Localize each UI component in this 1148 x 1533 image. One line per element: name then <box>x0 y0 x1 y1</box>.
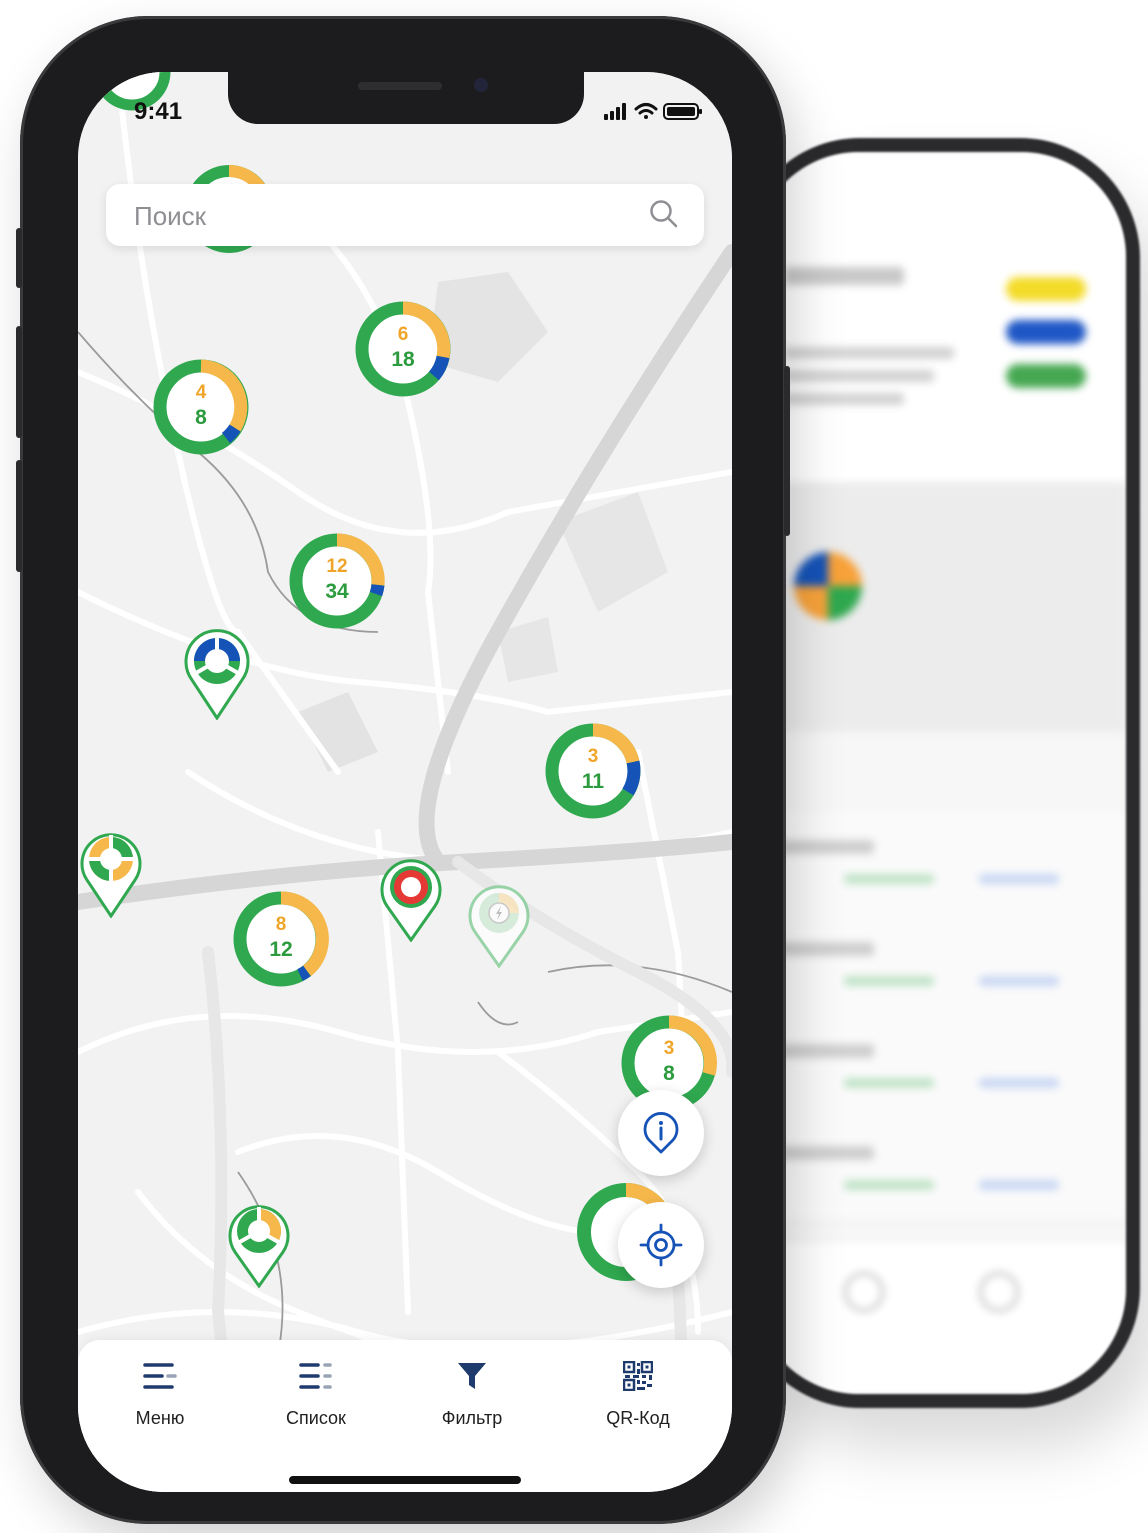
background-tabbar <box>754 1244 1126 1394</box>
tab-list-label: Список <box>286 1408 346 1428</box>
tab-list[interactable]: Список <box>256 1358 376 1429</box>
wifi-icon <box>634 103 658 119</box>
cluster-marker[interactable]: 6 18 <box>354 300 452 398</box>
tab-filter-label: Фильтр <box>441 1408 503 1428</box>
cluster-marker[interactable]: 3 11 <box>544 722 642 820</box>
station-pin-green-blue[interactable] <box>184 628 250 725</box>
cluster-total-count: 8 <box>195 406 207 429</box>
search-input[interactable] <box>132 184 616 248</box>
locate-me-button[interactable] <box>618 1202 704 1288</box>
filter-icon <box>412 1358 532 1394</box>
cluster-available-count: 3 <box>663 1038 675 1059</box>
crosshair-icon <box>639 1223 683 1267</box>
cluster-total-count: 18 <box>391 348 415 371</box>
station-pin-inactive[interactable] <box>468 882 530 973</box>
cluster-available-count: 3 <box>587 746 599 767</box>
cluster-total-count: 11 <box>581 770 605 793</box>
search-icon[interactable] <box>648 198 680 235</box>
status-icons <box>604 100 704 127</box>
background-phone <box>740 138 1140 1408</box>
menu-icon <box>100 1358 220 1394</box>
cluster-total-count: 34 <box>325 580 349 603</box>
background-map <box>754 482 1126 732</box>
cluster-available-count: 8 <box>275 914 287 935</box>
station-pin-orange-green[interactable] <box>80 828 142 923</box>
qr-code-icon <box>578 1358 698 1394</box>
search-bar[interactable] <box>106 184 704 248</box>
cluster-available-count: 4 <box>195 382 207 403</box>
tab-menu-label: Меню <box>135 1408 185 1428</box>
tab-qr-code[interactable]: QR-Код <box>578 1358 698 1429</box>
cluster-available-count: 6 <box>397 324 409 345</box>
signal-icon <box>604 103 626 120</box>
cluster-available-count: 12 <box>326 556 348 577</box>
info-pin-icon <box>643 1112 679 1154</box>
background-phone-screen <box>754 152 1126 1394</box>
notch <box>228 72 584 124</box>
tab-menu[interactable]: Меню <box>100 1358 220 1429</box>
bottom-tab-bar: Меню Список Фильтр QR-Код <box>78 1340 732 1492</box>
tab-qr-code-label: QR-Код <box>606 1408 670 1428</box>
phone-frame: 9:41 Поиск 6 18 4 8 12 34 3 11 8 12 3 8 … <box>16 16 790 1524</box>
cluster-marker[interactable]: 4 8 <box>152 358 250 456</box>
station-pin-busy[interactable] <box>380 856 442 947</box>
list-icon <box>256 1358 376 1394</box>
cluster-marker[interactable]: 8 12 <box>232 890 330 988</box>
home-indicator <box>289 1476 521 1484</box>
status-time: 9:41 <box>134 98 183 125</box>
info-button[interactable] <box>618 1090 704 1176</box>
background-detail-header <box>754 152 1126 482</box>
cluster-marker[interactable]: 12 34 <box>288 532 386 630</box>
tab-filter[interactable]: Фильтр <box>412 1358 532 1429</box>
cluster-total-count: 12 <box>269 938 293 961</box>
battery-icon <box>663 103 702 120</box>
cluster-total-count: 8 <box>663 1062 675 1085</box>
station-pin-green-orange[interactable] <box>228 1200 290 1293</box>
phone-screen: 9:41 Поиск 6 18 4 8 12 34 3 11 8 12 3 8 … <box>78 72 732 1492</box>
